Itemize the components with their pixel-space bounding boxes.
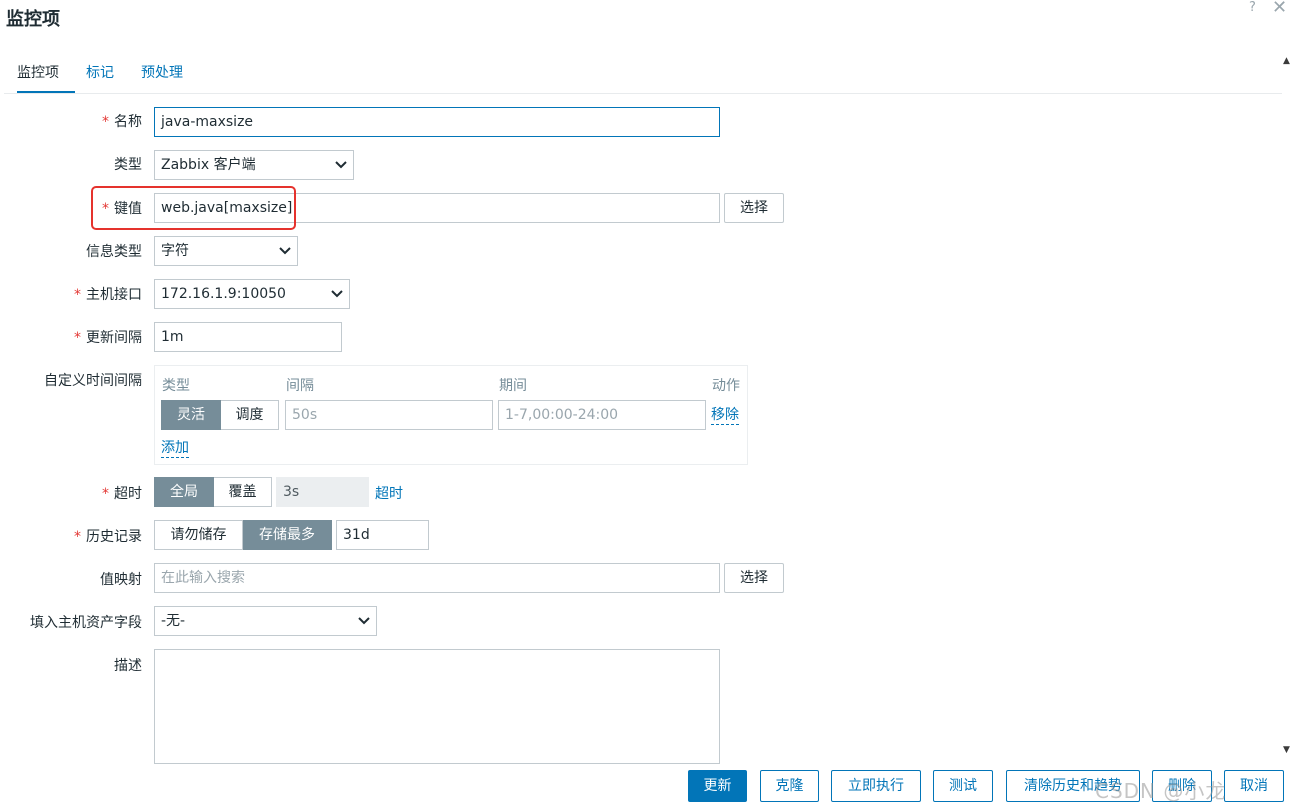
description-label: 描述 xyxy=(114,658,142,674)
update-interval-label: * 更新间隔 xyxy=(4,327,142,347)
required-marker: * xyxy=(74,287,81,303)
required-marker: * xyxy=(102,201,109,217)
execute-now-button[interactable]: 立即执行 xyxy=(831,770,921,802)
custom-intervals-label: 自定义时间间隔 xyxy=(44,373,142,389)
tab-tags[interactable]: 标记 xyxy=(86,62,114,93)
dialog-title: 监控项 xyxy=(6,9,60,30)
required-marker: * xyxy=(74,330,81,346)
name-input[interactable]: java-maxsize xyxy=(154,107,720,137)
timeout-label: * 超时 xyxy=(4,483,142,503)
timeout-override-option[interactable]: 覆盖 xyxy=(214,477,272,507)
cancel-button[interactable]: 取消 xyxy=(1224,770,1284,802)
help-icon[interactable]: ? xyxy=(1249,0,1256,15)
ci-interval-placeholder: 50s xyxy=(292,407,318,423)
scroll-up-icon[interactable]: ▲ xyxy=(1283,56,1290,66)
value-type-select-value: 字符 xyxy=(161,243,189,259)
update-interval-input[interactable]: 1m xyxy=(154,322,342,352)
ci-header-period: 期间 xyxy=(499,378,527,394)
history-label-text: 历史记录 xyxy=(86,529,142,545)
timeout-label-text: 超时 xyxy=(114,486,142,502)
timeout-link[interactable]: 超时 xyxy=(375,483,403,503)
host-interface-select[interactable]: 172.16.1.9:10050 xyxy=(154,279,350,309)
key-input[interactable]: web.java[maxsize] xyxy=(154,193,720,223)
inventory-field-label: 填入主机资产字段 xyxy=(30,615,142,631)
type-select-value: Zabbix 客户端 xyxy=(161,157,256,173)
value-mapping-placeholder: 在此输入搜索 xyxy=(161,570,245,586)
ci-mode-scheduling[interactable]: 调度 xyxy=(221,400,279,430)
scroll-down-icon[interactable]: ▼ xyxy=(1283,745,1290,755)
value-mapping-label: 值映射 xyxy=(100,572,142,588)
ci-mode-toggle: 灵活 调度 xyxy=(161,400,279,430)
required-marker: * xyxy=(102,486,109,502)
update-interval-label-text: 更新间隔 xyxy=(86,330,142,346)
ci-header-action: 动作 xyxy=(712,378,740,394)
chevron-down-icon xyxy=(335,161,347,169)
timeout-global-option[interactable]: 全局 xyxy=(154,477,214,507)
history-do-not-store-option[interactable]: 请勿储存 xyxy=(154,520,243,550)
custom-intervals-table: 类型 间隔 期间 动作 灵活 调度 50s 1-7,00:00-24:00 移除… xyxy=(154,365,748,465)
ci-header-interval: 间隔 xyxy=(286,378,314,394)
timeout-input: 3s xyxy=(276,477,369,507)
ci-add-link[interactable]: 添加 xyxy=(161,440,189,458)
name-label-text: 名称 xyxy=(114,114,142,130)
value-mapping-select-button[interactable]: 选择 xyxy=(724,563,784,593)
chevron-down-icon xyxy=(331,290,343,298)
ci-interval-input[interactable]: 50s xyxy=(285,400,493,430)
tab-preprocessing[interactable]: 预处理 xyxy=(141,62,183,93)
host-interface-label: * 主机接口 xyxy=(4,284,142,304)
value-mapping-input[interactable]: 在此输入搜索 xyxy=(154,563,720,593)
required-marker: * xyxy=(74,529,81,545)
inventory-field-select-value: -无- xyxy=(161,613,186,629)
chevron-down-icon xyxy=(358,617,370,625)
value-type-select[interactable]: 字符 xyxy=(154,236,298,266)
ci-period-placeholder: 1-7,00:00-24:00 xyxy=(505,407,619,423)
ci-period-input[interactable]: 1-7,00:00-24:00 xyxy=(498,400,706,430)
tab-bar: 监控项 标记 预处理 xyxy=(4,62,1282,94)
inventory-field-select[interactable]: -无- xyxy=(154,606,377,636)
update-button[interactable]: 更新 xyxy=(688,770,747,802)
ci-remove-link[interactable]: 移除 xyxy=(711,407,739,425)
timeout-toggle: 全局 覆盖 xyxy=(154,477,272,507)
chevron-down-icon xyxy=(279,247,291,255)
ci-mode-flexible[interactable]: 灵活 xyxy=(161,400,221,430)
test-button[interactable]: 测试 xyxy=(933,770,993,802)
host-interface-label-text: 主机接口 xyxy=(86,287,142,303)
history-input[interactable]: 31d xyxy=(336,520,429,550)
type-select[interactable]: Zabbix 客户端 xyxy=(154,150,354,180)
required-marker: * xyxy=(102,114,109,130)
key-label: * 键值 xyxy=(4,198,142,218)
key-label-text: 键值 xyxy=(114,201,142,217)
history-toggle: 请勿储存 存储最多 xyxy=(154,520,332,550)
name-label: * 名称 xyxy=(4,111,142,131)
clear-history-button[interactable]: 清除历史和趋势 xyxy=(1006,770,1140,802)
clone-button[interactable]: 克隆 xyxy=(760,770,819,802)
close-icon[interactable]: ✕ xyxy=(1272,0,1287,18)
key-select-button[interactable]: 选择 xyxy=(724,193,784,223)
tab-item[interactable]: 监控项 xyxy=(17,62,75,93)
host-interface-select-value: 172.16.1.9:10050 xyxy=(161,286,286,302)
delete-button[interactable]: 删除 xyxy=(1152,770,1212,802)
description-textarea[interactable] xyxy=(154,649,720,764)
history-label: * 历史记录 xyxy=(4,526,142,546)
type-label: 类型 xyxy=(114,157,142,173)
value-type-label: 信息类型 xyxy=(86,244,142,260)
history-store-up-to-option[interactable]: 存储最多 xyxy=(243,520,332,550)
ci-header-type: 类型 xyxy=(162,378,190,394)
